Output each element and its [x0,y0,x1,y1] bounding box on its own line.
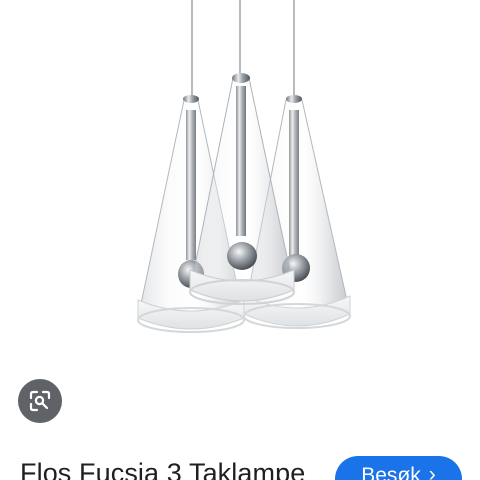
visit-button-label: Besøk [361,464,421,480]
image-search-button[interactable] [18,379,62,423]
image-search-icon [29,390,51,412]
product-image[interactable] [0,0,480,370]
product-title[interactable]: Flos Fucsia 3 Taklampe [20,456,305,480]
chevron-right-icon: › [428,463,436,480]
visit-button[interactable]: Besøk › [335,456,462,480]
screen: Flos Fucsia 3 Taklampe Besøk › [0,0,480,480]
